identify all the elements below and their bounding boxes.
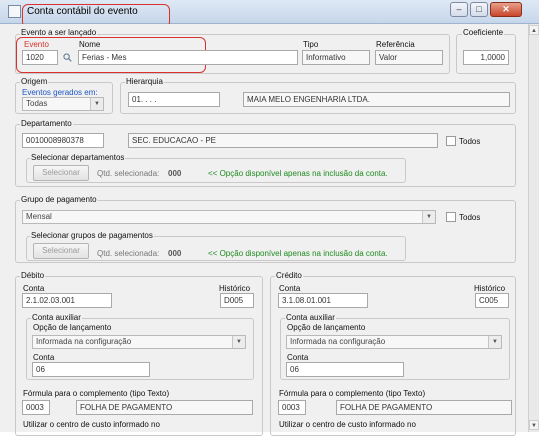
coeficiente-input[interactable]: 1,0000 bbox=[463, 50, 509, 65]
credito-conta-input[interactable]: 3.1.08.01.001 bbox=[278, 293, 368, 308]
selecionar-departamentos-button[interactable]: Selecionar bbox=[33, 165, 89, 181]
debito-historico-input[interactable]: D005 bbox=[220, 293, 254, 308]
credito-historico-input[interactable]: C005 bbox=[475, 293, 509, 308]
selecionar-departamentos-label: Selecionar departamentos bbox=[30, 153, 126, 162]
evento-label: Evento bbox=[24, 40, 49, 49]
hierarquia-name-field: MAIA MELO ENGENHARIA LTDA. bbox=[243, 92, 510, 107]
credito-opcao-label: Opção de lançamento bbox=[287, 323, 366, 332]
grupo-pagamento-value: Mensal bbox=[26, 212, 52, 221]
debito-centro-label: Utilizar o centro de custo informado no bbox=[23, 420, 160, 429]
grupo-pagamento-label: Grupo de pagamento bbox=[20, 195, 98, 204]
departamento-code-input[interactable]: 0010008980378 bbox=[22, 133, 104, 148]
referencia-field: Valor bbox=[375, 50, 443, 65]
grupo-todos-label: Todos bbox=[459, 213, 481, 222]
debito-historico-label: Histórico bbox=[219, 284, 251, 293]
selecionar-grupos-button[interactable]: Selecionar bbox=[33, 243, 89, 259]
debito-opcao-value: Informada na configuração bbox=[36, 337, 132, 346]
evento-group-label: Evento a ser lançado bbox=[20, 28, 98, 37]
grupo-qtd-label: Qtd. selecionada: bbox=[97, 249, 160, 258]
evento-input[interactable]: 1020 bbox=[22, 50, 58, 65]
credito-centro-label: Utilizar o centro de custo informado no bbox=[279, 420, 416, 429]
nome-input[interactable]: Ferias - Mes bbox=[78, 50, 298, 65]
debito-conta-label: Conta bbox=[23, 284, 45, 293]
grupo-qtd-value: 000 bbox=[168, 249, 182, 258]
credito-formula-name-field: FOLHA DE PAGAMENTO bbox=[336, 400, 512, 415]
credito-formula-code-input[interactable]: 0003 bbox=[278, 400, 306, 415]
chevron-down-icon[interactable]: ▼ bbox=[232, 336, 245, 348]
hierarquia-label: Hierarquia bbox=[125, 77, 164, 86]
grupo-todos-checkbox[interactable] bbox=[446, 212, 456, 222]
departamento-label: Departamento bbox=[20, 119, 73, 128]
debito-conta-input[interactable]: 2.1.02.03.001 bbox=[22, 293, 112, 308]
origem-value: Todas bbox=[26, 99, 48, 108]
departamento-name-field: SEC. EDUCACAO - PE bbox=[128, 133, 438, 148]
close-button[interactable]: ✕ bbox=[490, 2, 522, 17]
tipo-label: Tipo bbox=[303, 40, 319, 49]
credito-opcao-select[interactable]: Informada na configuração ▼ bbox=[286, 335, 502, 349]
credito-label: Crédito bbox=[275, 271, 303, 280]
credito-conta-label: Conta bbox=[279, 284, 301, 293]
origem-label: Origem bbox=[20, 77, 49, 86]
grupo-pagamento-select[interactable]: Mensal ▼ bbox=[22, 210, 436, 224]
referencia-label: Referência bbox=[376, 40, 415, 49]
debito-aux-label: Conta auxiliar bbox=[31, 313, 82, 322]
vertical-scrollbar[interactable] bbox=[528, 24, 539, 432]
chevron-down-icon[interactable]: ▼ bbox=[488, 336, 501, 348]
tipo-field: Informativo bbox=[302, 50, 370, 65]
selecionar-grupos-label: Selecionar grupos de pagamentos bbox=[30, 231, 154, 240]
debito-formula-code-input[interactable]: 0003 bbox=[22, 400, 50, 415]
departamento-qtd-label: Qtd. selecionada: bbox=[97, 169, 160, 178]
credito-aux-conta-label: Conta bbox=[287, 353, 309, 362]
credito-opcao-value: Informada na configuração bbox=[290, 337, 386, 346]
departamento-qtd-value: 000 bbox=[168, 169, 182, 178]
origem-select[interactable]: Todas ▼ bbox=[22, 97, 104, 111]
chevron-down-icon[interactable]: ▼ bbox=[422, 211, 435, 223]
debito-opcao-label: Opção de lançamento bbox=[33, 323, 112, 332]
nome-label: Nome bbox=[79, 40, 101, 49]
credito-historico-label: Histórico bbox=[474, 284, 506, 293]
grupo-note: << Opção disponível apenas na inclusão d… bbox=[208, 249, 388, 258]
debito-aux-conta-label: Conta bbox=[33, 353, 55, 362]
debito-formula-label: Fórmula para o complemento (tipo Texto) bbox=[23, 389, 170, 398]
debito-formula-name-field: FOLHA DE PAGAMENTO bbox=[76, 400, 253, 415]
debito-label: Débito bbox=[20, 271, 46, 280]
debito-aux-conta-input[interactable]: 06 bbox=[32, 362, 150, 377]
departamento-todos-checkbox[interactable] bbox=[446, 136, 456, 146]
coeficiente-label: Coeficiente bbox=[462, 28, 505, 37]
minimize-button[interactable]: – bbox=[450, 2, 468, 17]
credito-aux-conta-input[interactable]: 06 bbox=[286, 362, 404, 377]
search-icon[interactable] bbox=[63, 53, 72, 62]
departamento-todos-label: Todos bbox=[459, 137, 481, 146]
debito-opcao-select[interactable]: Informada na configuração ▼ bbox=[32, 335, 246, 349]
credito-formula-label: Fórmula para o complemento (tipo Texto) bbox=[279, 389, 426, 398]
credito-aux-label: Conta auxiliar bbox=[285, 313, 336, 322]
hierarquia-code-input[interactable]: 01. . . . bbox=[128, 92, 220, 107]
departamento-note: << Opção disponível apenas na inclusão d… bbox=[208, 169, 388, 178]
maximize-button[interactable]: □ bbox=[470, 2, 488, 17]
origem-sublabel: Eventos gerados em: bbox=[22, 88, 98, 97]
scroll-down-icon[interactable]: ▼ bbox=[529, 420, 539, 430]
scroll-up-icon[interactable]: ▲ bbox=[529, 25, 539, 35]
chevron-down-icon[interactable]: ▼ bbox=[90, 98, 103, 110]
app-icon bbox=[8, 5, 21, 18]
